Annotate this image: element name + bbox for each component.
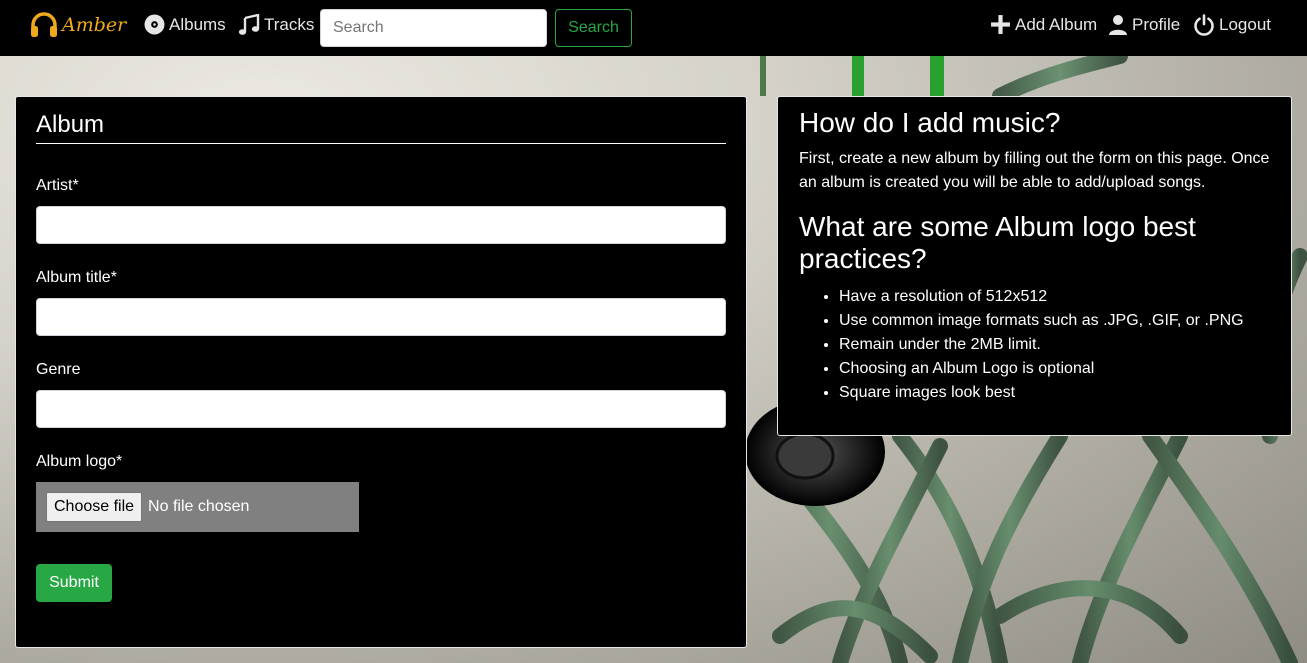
list-item: Have a resolution of 512x512 — [839, 285, 1244, 309]
brand-name: Amber — [62, 14, 127, 36]
title-divider — [36, 143, 726, 144]
submit-button[interactable]: Submit — [36, 564, 112, 602]
help-answer-add-music: First, create a new album by filling out… — [799, 150, 1270, 191]
album-logo-label: Album logo* — [36, 453, 123, 470]
choose-file-button[interactable]: Choose file — [46, 492, 143, 522]
genre-input[interactable] — [36, 390, 726, 428]
top-navbar: Amber Albums Tracks Search Add Album — [0, 0, 1307, 56]
help-panel: How do I add music? First, create a new … — [777, 96, 1292, 436]
genre-label: Genre — [36, 361, 81, 378]
album-logo-file-input: Choose file No file chosen — [36, 482, 359, 532]
help-question-logo-practices: What are some Album logo best practices? — [799, 211, 1196, 274]
search-input[interactable] — [320, 9, 547, 47]
headphones-icon — [31, 12, 57, 37]
user-icon — [1109, 15, 1127, 35]
list-item: Square images look best — [839, 381, 1244, 405]
nav-add-album-label: Add Album — [1015, 14, 1098, 34]
power-icon — [1194, 14, 1214, 36]
nav-add-album-link[interactable]: Add Album — [990, 14, 1097, 35]
artist-label: Artist* — [36, 177, 79, 194]
nav-albums-label: Albums — [169, 14, 226, 34]
nav-logout-label: Logout — [1219, 15, 1271, 34]
nav-tracks-link[interactable]: Tracks — [238, 14, 314, 36]
search-button[interactable]: Search — [555, 9, 632, 47]
disc-icon — [144, 14, 165, 35]
nav-albums-link[interactable]: Albums — [144, 14, 226, 35]
album-form-panel: Album Artist* Album title* Genre Album l… — [15, 96, 747, 648]
nav-logout-link[interactable]: Logout — [1193, 14, 1271, 36]
plus-icon — [991, 15, 1010, 34]
list-item: Choosing an Album Logo is optional — [839, 357, 1244, 381]
help-question-add-music: How do I add music? — [799, 107, 1061, 138]
file-status-text: No file chosen — [148, 498, 250, 515]
album-title-label: Album title* — [36, 269, 117, 286]
music-note-icon — [238, 14, 260, 35]
nav-profile-label: Profile — [1132, 15, 1181, 34]
logo-tips-list: Have a resolution of 512x512 Use common … — [839, 285, 1244, 405]
list-item: Remain under the 2MB limit. — [839, 333, 1244, 357]
nav-profile-link[interactable]: Profile — [1108, 14, 1180, 36]
album-title-input[interactable] — [36, 298, 726, 336]
brand-logo[interactable]: Amber — [30, 12, 126, 38]
artist-input[interactable] — [36, 206, 726, 244]
list-item: Use common image formats such as .JPG, .… — [839, 309, 1244, 333]
form-title: Album — [36, 111, 105, 138]
nav-tracks-label: Tracks — [264, 15, 315, 34]
